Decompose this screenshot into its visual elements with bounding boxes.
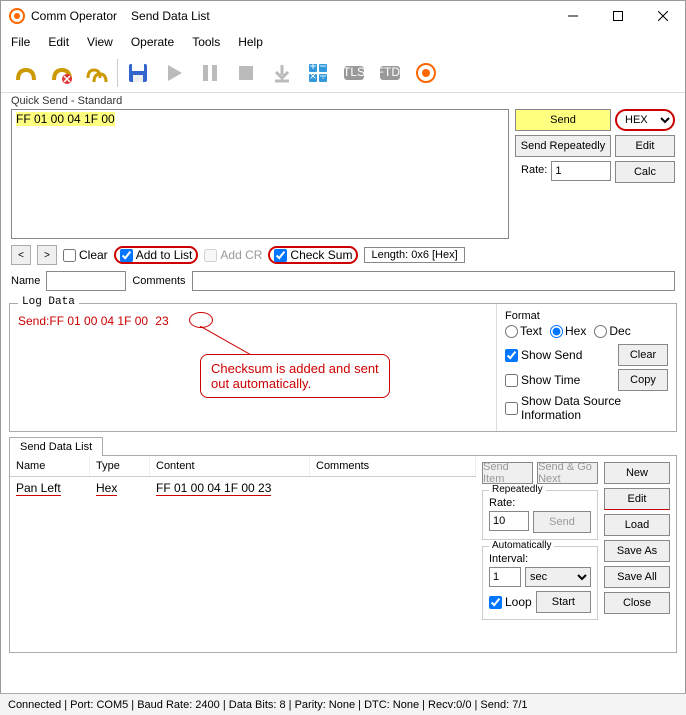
saveall-button[interactable]: Save All bbox=[604, 566, 670, 588]
statusbar: Connected | Port: COM5 | Baud Rate: 2400… bbox=[0, 693, 686, 715]
format-select[interactable]: HEX bbox=[615, 109, 675, 131]
auto-group: Automatically bbox=[489, 540, 554, 551]
name-label: Name bbox=[11, 275, 40, 287]
quick-send-label: Quick Send - Standard bbox=[1, 93, 685, 109]
comments-input[interactable] bbox=[192, 271, 675, 291]
list-close-button[interactable]: Close bbox=[604, 592, 670, 614]
menu-operate[interactable]: Operate bbox=[131, 35, 174, 49]
log-area[interactable]: Send:FF 01 00 04 1F 00 23 Checksum is ad… bbox=[10, 304, 496, 431]
fmt-dec-radio[interactable]: Dec bbox=[594, 324, 630, 338]
menu-file[interactable]: File bbox=[11, 35, 30, 49]
col-name[interactable]: Name bbox=[10, 456, 90, 476]
pause-icon[interactable] bbox=[194, 57, 226, 89]
table-row[interactable]: Pan Left Hex FF 01 00 04 1F 00 23 bbox=[10, 477, 476, 500]
tls-icon[interactable]: TLS bbox=[338, 57, 370, 89]
send-go-next-button[interactable]: Send & Go Next bbox=[537, 462, 598, 484]
interval-label: Interval: bbox=[489, 553, 591, 565]
length-display: Length: 0x6 [Hex] bbox=[364, 247, 464, 263]
send-repeatedly-button[interactable]: Send Repeatedly bbox=[515, 135, 611, 157]
comments-label: Comments bbox=[132, 275, 185, 287]
rep-rate-input[interactable] bbox=[489, 511, 529, 531]
clear-checkbox[interactable]: Clear bbox=[63, 248, 108, 262]
menu-tools[interactable]: Tools bbox=[192, 35, 220, 49]
svg-text:÷: ÷ bbox=[320, 69, 327, 83]
start-button[interactable]: Start bbox=[536, 591, 591, 613]
next-button[interactable]: > bbox=[37, 245, 57, 265]
hex-input[interactable]: FF 01 00 04 1F 00 bbox=[11, 109, 509, 239]
show-send-checkbox[interactable]: Show Send bbox=[505, 348, 582, 362]
col-comments[interactable]: Comments bbox=[310, 456, 476, 476]
saveas-button[interactable]: Save As bbox=[604, 540, 670, 562]
menu-view[interactable]: View bbox=[87, 35, 113, 49]
send-item-button[interactable]: Send Item bbox=[482, 462, 533, 484]
disconnect-icon[interactable] bbox=[45, 57, 77, 89]
checksum-checkbox[interactable]: Check Sum bbox=[268, 246, 358, 264]
rep-send-button[interactable]: Send bbox=[533, 511, 591, 533]
calc-button[interactable]: Calc bbox=[615, 161, 675, 183]
window-title-sub: Send Data List bbox=[131, 9, 210, 23]
save-icon[interactable] bbox=[122, 57, 154, 89]
sendlist-tab[interactable]: Send Data List bbox=[9, 437, 103, 456]
close-button[interactable] bbox=[640, 1, 685, 31]
fmt-hex-radio[interactable]: Hex bbox=[550, 324, 586, 338]
list-edit-button[interactable]: Edit bbox=[604, 488, 670, 510]
interval-input[interactable] bbox=[489, 567, 521, 587]
interval-unit-select[interactable]: sec bbox=[525, 567, 591, 587]
connect-icon[interactable] bbox=[9, 57, 41, 89]
loop-checkbox[interactable]: Loop bbox=[489, 595, 532, 609]
minimize-button[interactable] bbox=[550, 1, 595, 31]
ftdi-icon[interactable]: FTDI bbox=[374, 57, 406, 89]
titlebar: Comm Operator Send Data List bbox=[1, 1, 685, 31]
menu-help[interactable]: Help bbox=[238, 35, 263, 49]
edit-button[interactable]: Edit bbox=[615, 135, 675, 157]
window-title-app: Comm Operator bbox=[31, 9, 117, 23]
fmt-text-radio[interactable]: Text bbox=[505, 324, 542, 338]
app-icon bbox=[9, 8, 25, 24]
svg-text:FTDI: FTDI bbox=[378, 65, 402, 79]
show-time-checkbox[interactable]: Show Time bbox=[505, 373, 580, 387]
menu-edit[interactable]: Edit bbox=[48, 35, 69, 49]
format-label: Format bbox=[505, 310, 668, 322]
play-icon[interactable] bbox=[158, 57, 190, 89]
connect-multi-icon[interactable] bbox=[81, 57, 113, 89]
send-button[interactable]: Send bbox=[515, 109, 611, 131]
stop-icon[interactable] bbox=[230, 57, 262, 89]
download-icon[interactable] bbox=[266, 57, 298, 89]
target-icon[interactable] bbox=[410, 57, 442, 89]
repeatedly-group: Repeatedly bbox=[489, 484, 546, 495]
name-input[interactable] bbox=[46, 271, 126, 291]
rep-rate-label: Rate: bbox=[489, 497, 591, 509]
calc-icon[interactable]: +−×÷ bbox=[302, 57, 334, 89]
rate-label: Rate: bbox=[515, 161, 547, 183]
add-cr-checkbox[interactable]: Add CR bbox=[204, 248, 262, 262]
load-button[interactable]: Load bbox=[604, 514, 670, 536]
log-clear-button[interactable]: Clear bbox=[618, 344, 668, 366]
show-source-checkbox[interactable]: Show Data Source Information bbox=[505, 394, 668, 422]
svg-text:×: × bbox=[309, 69, 316, 83]
log-copy-button[interactable]: Copy bbox=[618, 369, 668, 391]
col-type[interactable]: Type bbox=[90, 456, 150, 476]
add-to-list-checkbox[interactable]: Add to List bbox=[114, 246, 199, 264]
svg-text:TLS: TLS bbox=[343, 65, 365, 79]
callout: Checksum is added and sent out automatic… bbox=[200, 354, 390, 398]
maximize-button[interactable] bbox=[595, 1, 640, 31]
prev-button[interactable]: < bbox=[11, 245, 31, 265]
sendlist-table[interactable]: Name Type Content Comments Pan Left Hex … bbox=[10, 456, 476, 652]
menubar: File Edit View Operate Tools Help bbox=[1, 31, 685, 53]
new-button[interactable]: New bbox=[604, 462, 670, 484]
col-content[interactable]: Content bbox=[150, 456, 310, 476]
rate-input[interactable] bbox=[551, 161, 611, 181]
toolbar: +−×÷ TLS FTDI bbox=[1, 53, 685, 93]
